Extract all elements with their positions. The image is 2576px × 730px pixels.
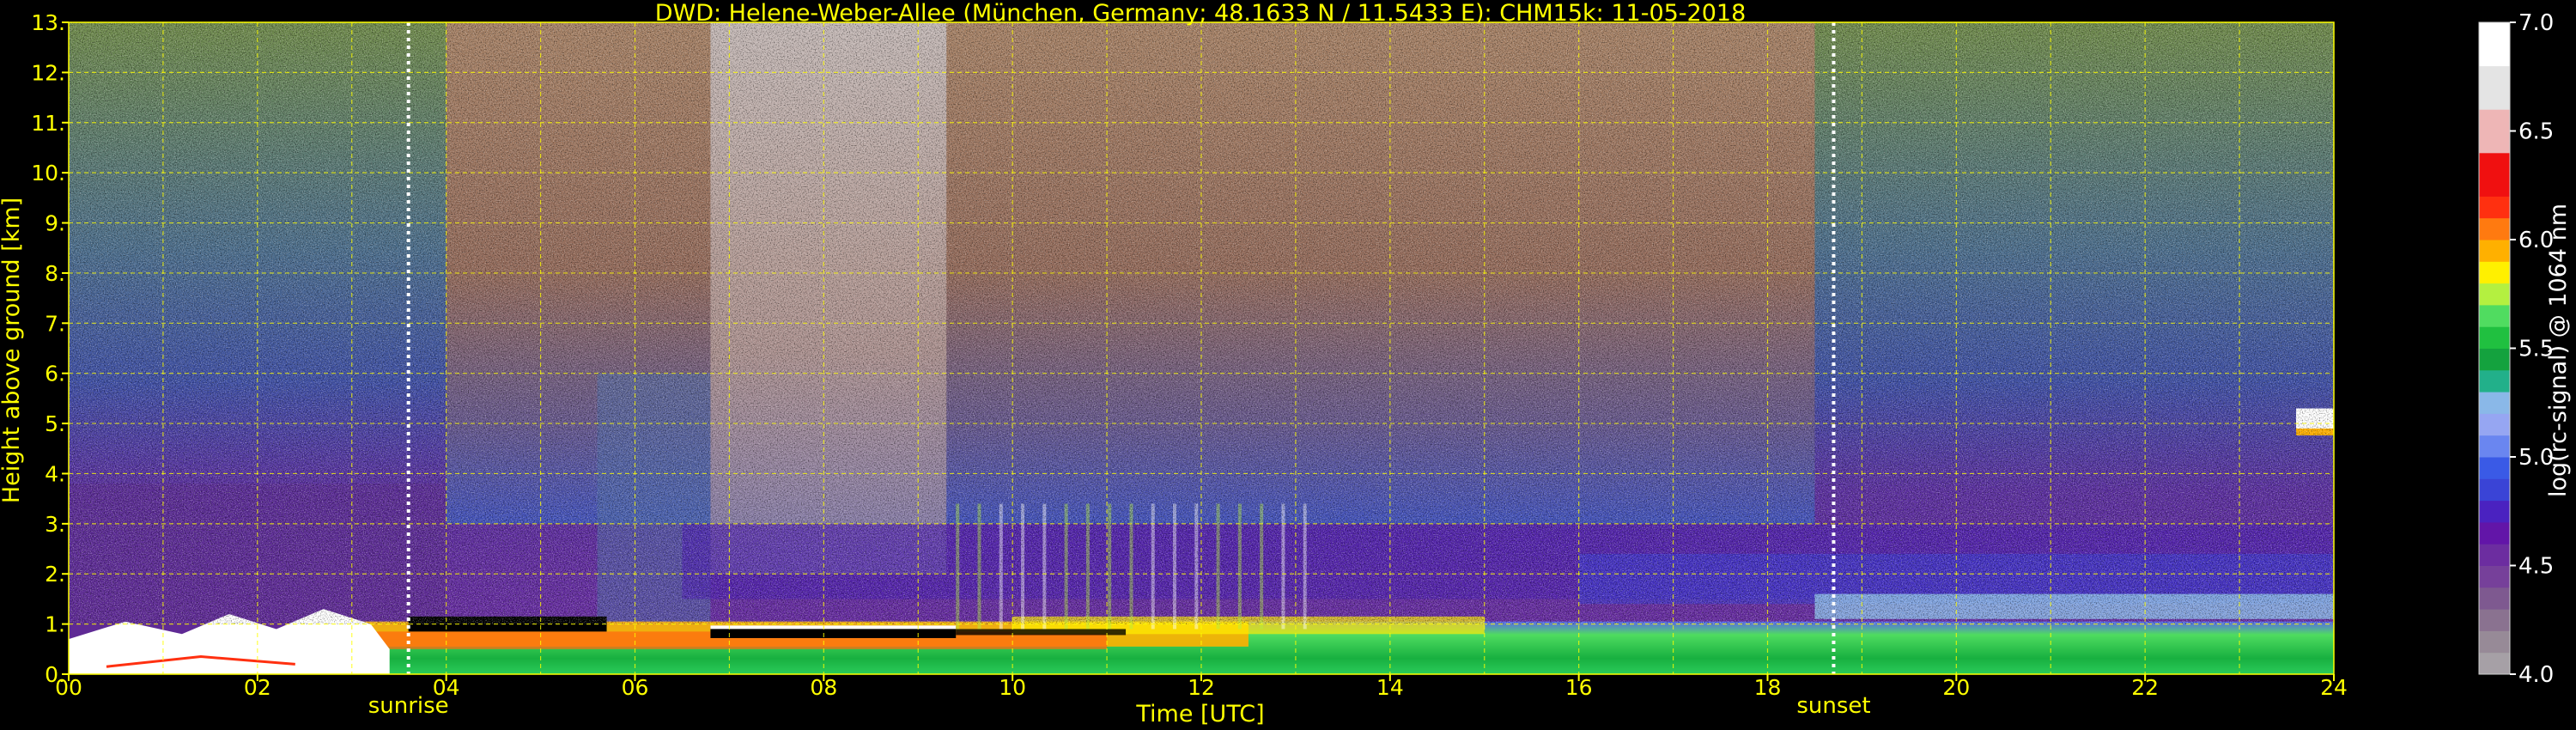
colorbar-segment	[2479, 392, 2510, 414]
y-tick-label: 12.	[31, 60, 65, 85]
colorbar-segment	[2479, 457, 2510, 479]
y-tick-label: 7.	[45, 311, 65, 336]
colorbar-segment	[2479, 413, 2510, 436]
y-tick-label: 2.	[45, 562, 65, 587]
colorbar-tick-label: 4.5	[2518, 554, 2554, 580]
y-tick-label: 10.	[31, 161, 65, 186]
x-tick-label: 18	[1754, 675, 1782, 700]
colorbar-segment	[2479, 652, 2510, 675]
colorbar-segment	[2479, 196, 2510, 219]
colorbar-segment	[2479, 109, 2510, 154]
x-tick-label: 02	[244, 675, 271, 700]
colorbar-segment	[2479, 565, 2510, 588]
colorbar-segment	[2479, 435, 2510, 458]
y-tick-label: 11.	[31, 111, 65, 136]
x-tick-label: 06	[622, 675, 649, 700]
x-tick-label: 24	[2320, 675, 2348, 700]
x-tick-label: 20	[1942, 675, 1970, 700]
colorbar-tick-label: 6.5	[2518, 119, 2554, 145]
colorbar-label: log(rc-signal) @ 1064 nm	[2545, 204, 2572, 497]
x-tick-label: 08	[810, 675, 837, 700]
x-tick-label: 22	[2131, 675, 2159, 700]
x-tick-label: 00	[55, 675, 82, 700]
colorbar-segment	[2479, 152, 2510, 197]
colorbar-segment	[2479, 544, 2510, 566]
x-tick-label: 16	[1565, 675, 1593, 700]
colorbar-segment	[2479, 630, 2510, 654]
y-tick-label: 9.	[45, 211, 65, 236]
y-tick-label: 6.	[45, 362, 65, 386]
colorbar-segment	[2479, 500, 2510, 523]
x-axis-label: Time [UTC]	[1135, 701, 1264, 727]
colorbar-segment	[2479, 587, 2510, 610]
y-tick-label: 8.	[45, 261, 65, 286]
sunrise-label: sunrise	[368, 693, 449, 719]
colorbar-segment	[2479, 304, 2510, 327]
colorbar-segment	[2479, 217, 2510, 240]
y-axis-label: Height above ground [km]	[0, 198, 25, 503]
y-tick-label: 3.	[45, 512, 65, 537]
x-tick-label: 10	[999, 675, 1026, 700]
colorbar-tick-label: 4.0	[2518, 662, 2554, 688]
colorbar-tick-label: 7.0	[2518, 10, 2554, 36]
sunset-label: sunset	[1796, 693, 1870, 719]
colorbar-segment	[2479, 240, 2510, 262]
y-tick-label: 5.	[45, 411, 65, 436]
colorbar: 4.04.55.05.56.06.57.0	[2478, 10, 2554, 688]
colorbar-segment	[2479, 326, 2510, 349]
colorbar-segment	[2479, 283, 2510, 306]
y-tick-label: 4.	[45, 461, 65, 486]
colorbar-segment	[2479, 65, 2510, 110]
colorbar-segment	[2479, 369, 2510, 392]
signal-dropout-late	[956, 629, 1127, 636]
x-tick-label: 12	[1188, 675, 1215, 700]
colorbar-segment	[2479, 22, 2510, 67]
colorbar-segment	[2479, 348, 2510, 371]
x-tick-label: 14	[1376, 675, 1404, 700]
colorbar-segment	[2479, 478, 2510, 502]
colorbar-segment	[2479, 609, 2510, 631]
colorbar-segment	[2479, 261, 2510, 284]
chart-title: DWD: Helene-Weber-Allee (München, German…	[655, 0, 1747, 27]
colorbar-segment	[2479, 521, 2510, 544]
cloud-top-line	[710, 625, 957, 630]
y-tick-label: 1.	[45, 612, 65, 637]
y-tick-label: 13.	[31, 10, 65, 35]
ceilometer-chart: 0.1.2.3.4.5.6.7.8.9.10.11.12.13.00 02 04 06…	[0, 0, 2572, 727]
